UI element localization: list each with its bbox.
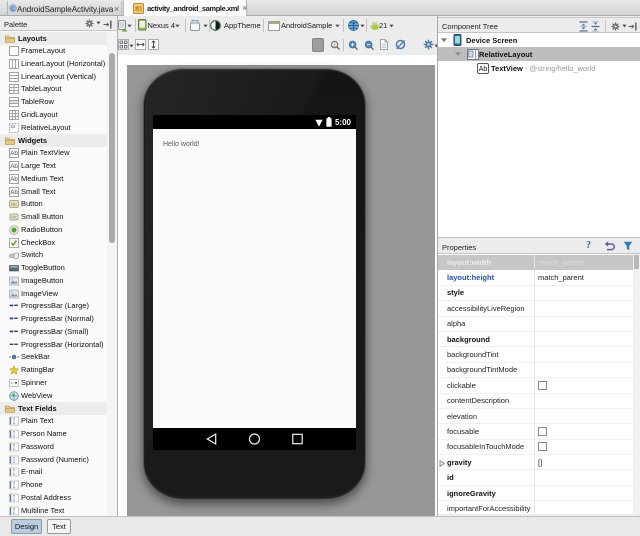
svg-text:C: C xyxy=(11,6,15,12)
svg-text:OK: OK xyxy=(11,202,17,207)
svg-text:Ab: Ab xyxy=(10,176,18,183)
svg-text:Ab: Ab xyxy=(10,151,18,158)
svg-text:Ab: Ab xyxy=(10,163,18,170)
svg-text:Ab: Ab xyxy=(479,66,488,73)
svg-text:OK: OK xyxy=(11,216,17,220)
svg-text:Ab: Ab xyxy=(10,189,18,196)
svg-text:1: 1 xyxy=(333,42,336,47)
